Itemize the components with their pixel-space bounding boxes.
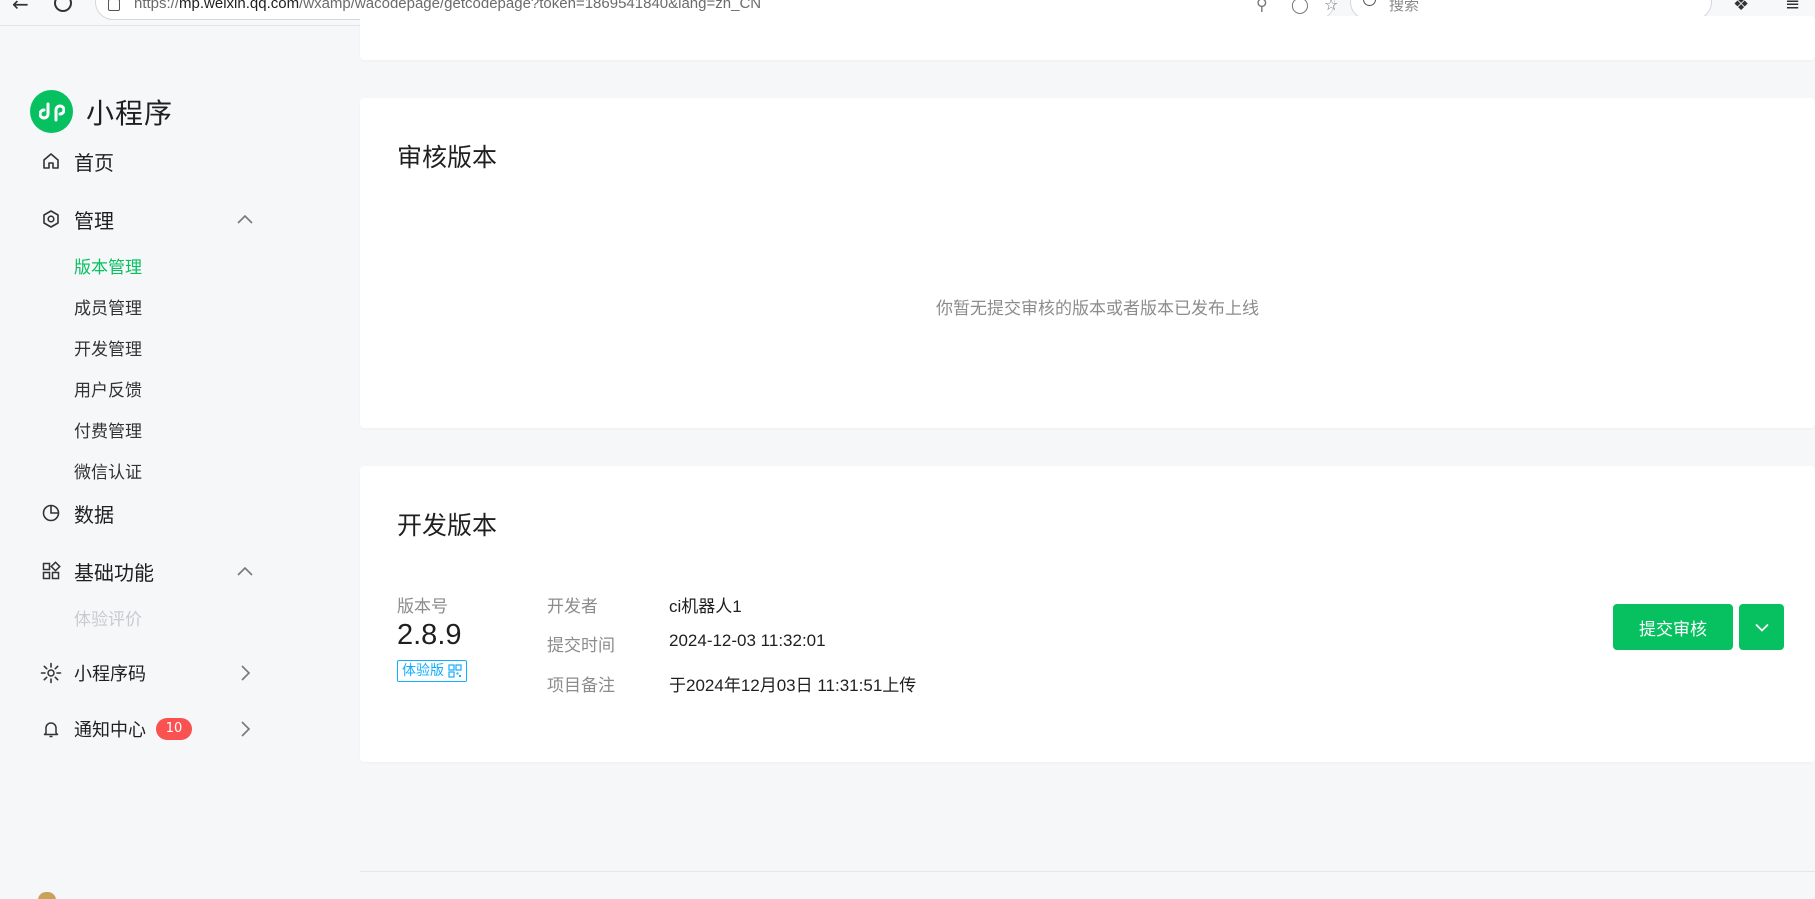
nav-item-data[interactable]: 数据 bbox=[40, 498, 255, 528]
qrcode-icon[interactable] bbox=[448, 664, 462, 678]
search-icon bbox=[1363, 0, 1376, 6]
reload-icon[interactable] bbox=[54, 0, 72, 12]
review-version-title: 审核版本 bbox=[397, 143, 498, 172]
footer-divider bbox=[360, 871, 1815, 872]
nav-label-miniprogram-code: 小程序码 bbox=[74, 664, 146, 685]
previous-card bbox=[360, 16, 1815, 60]
bell-icon bbox=[40, 718, 62, 740]
grid-icon bbox=[40, 560, 62, 582]
trial-version-tag[interactable]: 体验版 bbox=[397, 660, 467, 682]
brand-name: 小程序 bbox=[86, 96, 174, 130]
developer-value: ci机器人1 bbox=[669, 597, 742, 616]
pie-chart-icon bbox=[40, 502, 62, 524]
nav-item-basic-features[interactable]: 基础功能 bbox=[40, 556, 255, 586]
extensions-icon[interactable]: ❖ bbox=[1733, 0, 1749, 15]
sidebar-item-user-feedback[interactable]: 用户反馈 bbox=[74, 376, 142, 401]
sidebar-item-version-management[interactable]: 版本管理 bbox=[74, 253, 142, 278]
nav-label-manage: 管理 bbox=[74, 208, 114, 233]
submit-review-button[interactable]: 提交审核 bbox=[1613, 604, 1733, 650]
nav-label-notification-center: 通知中心 bbox=[74, 720, 146, 741]
main-content: 审核版本 你暂无提交审核的版本或者版本已发布上线 开发版本 版本号 2.8.9 … bbox=[320, 16, 1815, 899]
hexagon-gear-icon bbox=[40, 208, 62, 230]
home-icon bbox=[40, 150, 62, 172]
review-empty-text: 你暂无提交审核的版本或者版本已发布上线 bbox=[936, 299, 1259, 319]
sidebar-item-payment-management[interactable]: 付费管理 bbox=[74, 417, 142, 442]
partial-item-icon bbox=[38, 892, 56, 899]
sidebar-item-dev-management[interactable]: 开发管理 bbox=[74, 335, 142, 360]
sidebar-item-wechat-verification[interactable]: 微信认证 bbox=[74, 458, 142, 483]
lock-icon[interactable] bbox=[108, 0, 120, 11]
key-icon[interactable]: ⚲ bbox=[1256, 0, 1268, 14]
menu-icon[interactable]: ≡ bbox=[1785, 0, 1800, 15]
project-note-value: 于2024年12月03日 11:31:51上传 bbox=[669, 676, 917, 695]
trial-version-label: 体验版 bbox=[402, 663, 444, 679]
sidebar-item-experience-review[interactable]: 体验评价 bbox=[74, 605, 142, 630]
nav-item-manage[interactable]: 管理 bbox=[40, 204, 255, 234]
dev-version-title: 开发版本 bbox=[397, 511, 498, 540]
miniprogram-logo-icon bbox=[30, 90, 73, 133]
version-number-label: 版本号 bbox=[397, 597, 448, 617]
submit-time-label: 提交时间 bbox=[547, 636, 615, 656]
more-options-button[interactable] bbox=[1739, 604, 1784, 650]
submit-time-value: 2024-12-03 11:32:01 bbox=[669, 631, 826, 650]
chevron-right-icon[interactable] bbox=[235, 663, 255, 683]
dev-version-card: 开发版本 版本号 2.8.9 体验版 开发者 ci机器人1 提交时间 2024-… bbox=[360, 466, 1815, 762]
sun-code-icon bbox=[40, 662, 62, 684]
nav-item-home[interactable]: 首页 bbox=[40, 146, 255, 176]
chevron-up-icon[interactable] bbox=[235, 561, 255, 581]
nav-label-home: 首页 bbox=[74, 150, 114, 175]
sidebar-item-member-management[interactable]: 成员管理 bbox=[74, 294, 142, 319]
chevron-up-icon[interactable] bbox=[235, 209, 255, 229]
nav-item-notification-center[interactable]: 通知中心 10 bbox=[40, 714, 255, 744]
version-number: 2.8.9 bbox=[397, 619, 462, 651]
search-placeholder: 搜索 bbox=[1389, 0, 1420, 14]
chevron-right-icon[interactable] bbox=[235, 719, 255, 739]
brand[interactable]: 小程序 bbox=[30, 90, 173, 133]
nav-item-miniprogram-code[interactable]: 小程序码 bbox=[40, 658, 255, 688]
nav-label-basic-features: 基础功能 bbox=[74, 560, 154, 585]
chevron-down-icon bbox=[1754, 623, 1769, 632]
notification-count-badge: 10 bbox=[156, 718, 192, 740]
sidebar: 小程序 首页 管理 版本管理 成员管理 开发管理 用户反馈 付费管理 微信认证 … bbox=[0, 26, 320, 899]
developer-label: 开发者 bbox=[547, 597, 598, 617]
nav-label-data: 数据 bbox=[74, 502, 114, 527]
review-version-card: 审核版本 你暂无提交审核的版本或者版本已发布上线 bbox=[360, 98, 1815, 428]
project-note-label: 项目备注 bbox=[547, 676, 615, 696]
back-arrow-icon[interactable]: ← bbox=[12, 0, 29, 16]
star-icon[interactable]: ☆ bbox=[1324, 0, 1338, 14]
edge-icon[interactable]: ◯ bbox=[1291, 0, 1309, 14]
address-url[interactable]: https://mp.weixin.qq.com/wxamp/wacodepag… bbox=[134, 0, 761, 12]
review-empty-message: 你暂无提交审核的版本或者版本已发布上线 bbox=[360, 294, 1535, 319]
